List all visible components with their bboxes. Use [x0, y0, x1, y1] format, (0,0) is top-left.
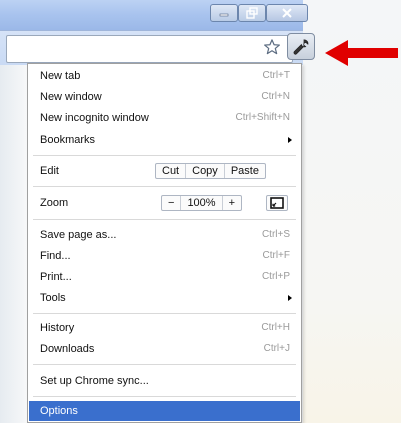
menu-item-label: Print... [40, 271, 72, 283]
menu-item-find[interactable]: Find... Ctrl+F [29, 246, 300, 266]
menu-item-shortcut: Ctrl+Shift+N [235, 112, 290, 123]
chrome-menu: New tab Ctrl+T New window Ctrl+N New inc… [27, 63, 302, 423]
zoom-out-button[interactable]: − [162, 196, 182, 210]
window-controls [210, 4, 308, 24]
menu-item-label: Find... [40, 250, 71, 262]
star-icon [264, 39, 280, 55]
restore-icon [246, 7, 258, 19]
menu-item-set-up-chrome-sync[interactable]: Set up Chrome sync... [29, 371, 300, 391]
menu-item-label: Bookmarks [40, 134, 96, 146]
menu-item-downloads[interactable]: Downloads Ctrl+J [29, 339, 300, 359]
title-bar [0, 0, 308, 30]
menu-separator [33, 186, 296, 187]
menu-item-label: New window [40, 91, 102, 103]
menu-item-shortcut: Ctrl+N [261, 91, 290, 102]
menu-item-label: New incognito window [40, 112, 149, 124]
menu-item-label: Tools [40, 292, 66, 304]
zoom-button-group: − 100% + [161, 195, 243, 211]
menu-item-new-window[interactable]: New window Ctrl+N [29, 87, 300, 107]
menu-item-print[interactable]: Print... Ctrl+P [29, 267, 300, 287]
restore-button[interactable] [238, 4, 266, 22]
menu-item-label: Save page as... [40, 229, 117, 241]
close-button[interactable] [266, 4, 308, 22]
red-arrow-annotation [325, 40, 398, 66]
zoom-level: 100% [181, 196, 223, 210]
menu-item-zoom: Zoom − 100% + [29, 193, 300, 213]
paste-button[interactable]: Paste [225, 164, 265, 178]
menu-item-options[interactable]: Options [29, 401, 300, 421]
menu-item-shortcut: Ctrl+S [261, 229, 290, 240]
cut-button[interactable]: Cut [156, 164, 187, 178]
menu-separator [33, 155, 296, 156]
address-bar[interactable] [6, 35, 293, 63]
edit-button-group: Cut Copy Paste [155, 163, 266, 179]
menu-item-shortcut: Ctrl+H [261, 322, 290, 333]
menu-separator [33, 396, 296, 397]
menu-item-save-page-as[interactable]: Save page as... Ctrl+S [29, 225, 300, 245]
menu-item-label: New tab [40, 70, 81, 82]
fullscreen-icon [270, 197, 284, 209]
submenu-arrow-icon [288, 137, 292, 143]
toolbar [0, 30, 303, 65]
menu-item-history[interactable]: History Ctrl+H [29, 318, 300, 338]
menu-item-new-tab[interactable]: New tab Ctrl+T [29, 66, 300, 86]
menu-item-tools[interactable]: Tools [29, 288, 300, 308]
menu-item-label: Edit [40, 165, 59, 177]
menu-item-shortcut: Ctrl+P [261, 271, 290, 282]
fullscreen-button[interactable] [266, 195, 288, 211]
minimize-icon [219, 13, 229, 17]
menu-separator [33, 364, 296, 365]
menu-item-bookmarks[interactable]: Bookmarks [29, 130, 300, 150]
menu-item-label: Zoom [40, 197, 69, 209]
bookmark-star-button[interactable] [262, 37, 282, 57]
menu-item-edit: Edit Cut Copy Paste [29, 161, 300, 181]
menu-item-shortcut: Ctrl+J [263, 343, 290, 354]
copy-button[interactable]: Copy [186, 164, 225, 178]
zoom-in-button[interactable]: + [223, 196, 241, 210]
menu-item-label: Options [40, 405, 78, 417]
menu-item-shortcut: Ctrl+F [262, 250, 291, 261]
menu-separator [33, 219, 296, 220]
menu-item-label: History [40, 322, 75, 334]
menu-item-label: Downloads [40, 343, 95, 355]
menu-item-shortcut: Ctrl+T [262, 70, 291, 81]
minimize-button[interactable] [210, 4, 238, 22]
wrench-icon [293, 38, 309, 55]
wrench-menu-button[interactable] [287, 33, 315, 60]
submenu-arrow-icon [288, 295, 292, 301]
menu-separator [33, 313, 296, 314]
menu-item-new-incognito-window[interactable]: New incognito window Ctrl+Shift+N [29, 108, 300, 128]
menu-item-label: Set up Chrome sync... [40, 375, 149, 387]
close-icon [282, 8, 292, 18]
